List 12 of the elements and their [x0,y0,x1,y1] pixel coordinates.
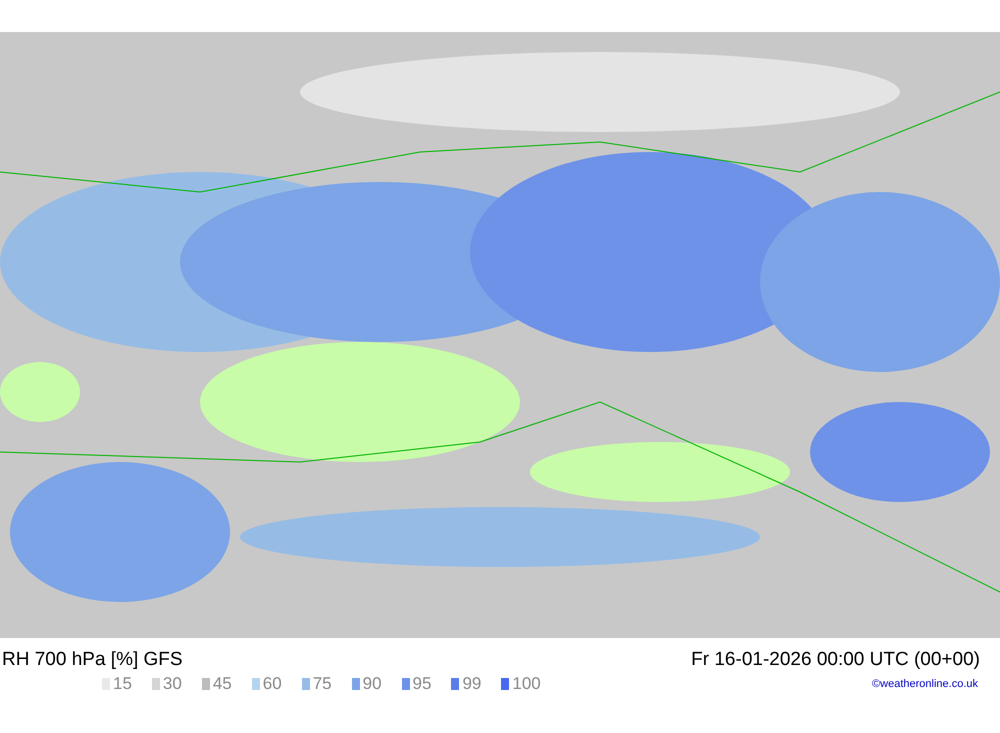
legend-value: 95 [412,675,432,692]
legend-value: 15 [113,675,132,692]
legend-value: 75 [312,675,332,692]
legend-value: 30 [162,675,182,692]
legend-value: 100 [512,675,541,692]
credit-link[interactable]: ©weatheronline.co.uk [872,676,998,692]
legend-value: 99 [462,675,482,692]
legend-value: 90 [362,675,382,692]
legend-value: 60 [262,675,282,692]
legend-value: 45 [212,675,232,692]
chart-title: RH 700 hPa [%] GFS [2,650,183,669]
valid-time: Fr 16-01-2026 00:00 UTC (00+00) [691,650,981,669]
